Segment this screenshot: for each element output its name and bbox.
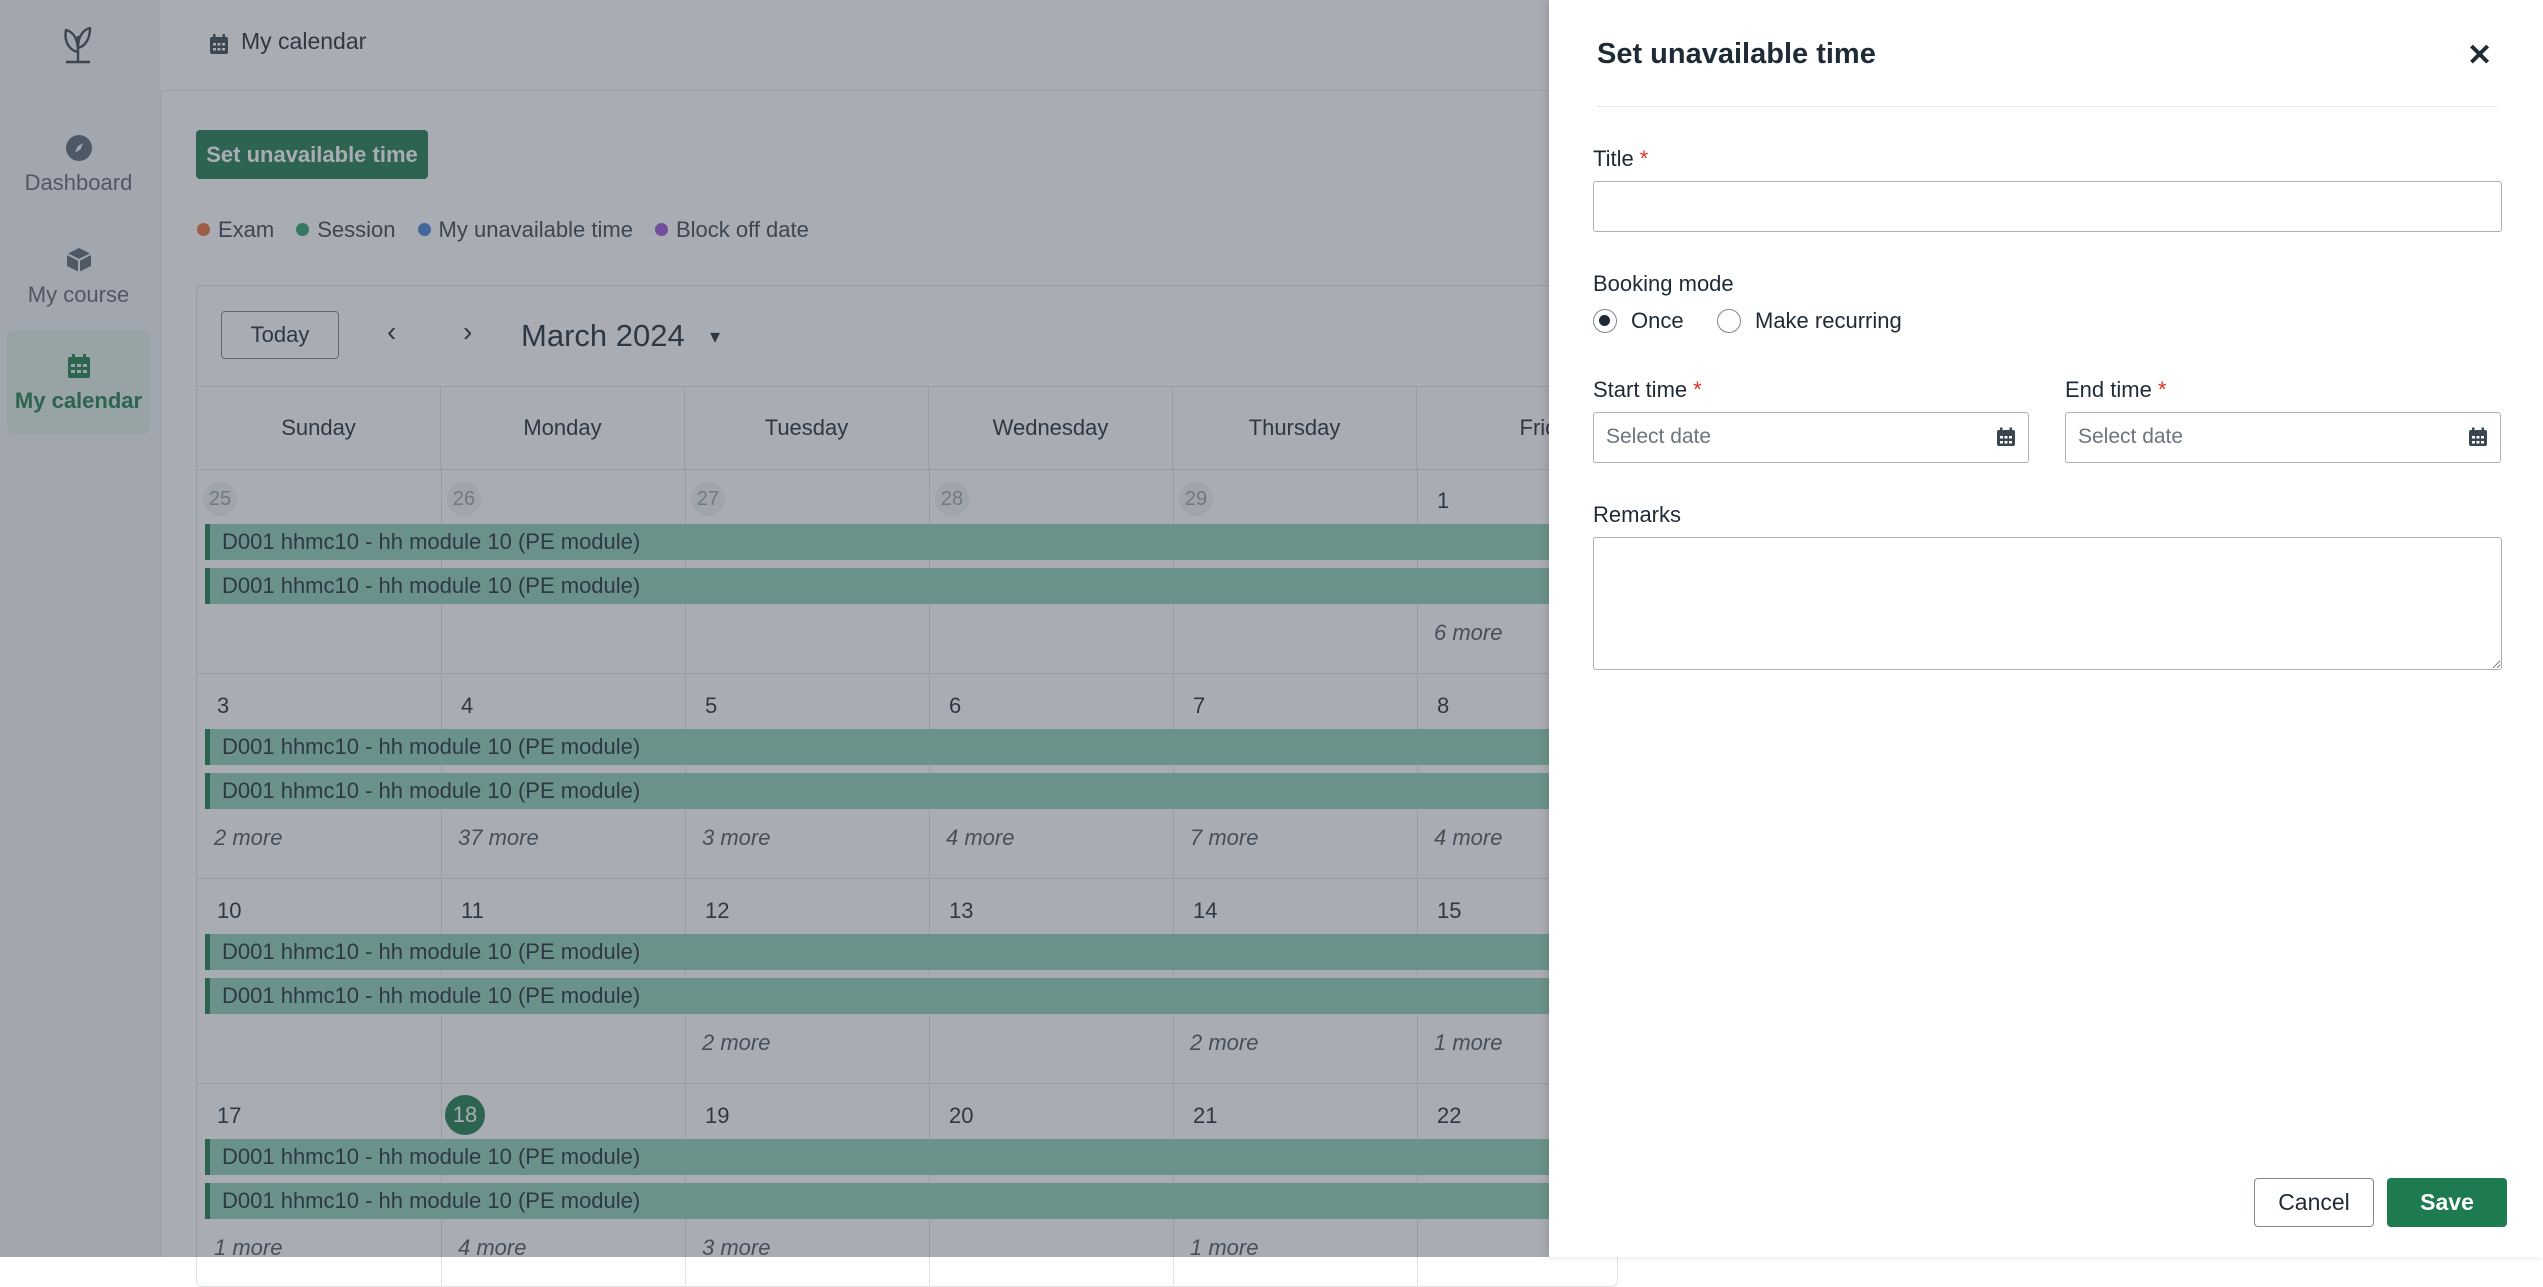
remarks-textarea[interactable] <box>1593 537 2502 670</box>
radio-unchecked-icon <box>1717 309 1741 333</box>
modal-backdrop[interactable] <box>0 0 1549 1257</box>
title-label-text: Title <box>1593 146 1634 171</box>
save-button[interactable]: Save <box>2387 1178 2507 1227</box>
drawer-title: Set unavailable time <box>1597 38 1876 70</box>
end-time-label-text: End time <box>2065 377 2152 402</box>
remarks-label: Remarks <box>1593 502 1682 527</box>
cancel-button[interactable]: Cancel <box>2254 1178 2374 1227</box>
required-mark: * <box>2157 377 2167 402</box>
radio-make-recurring[interactable]: Make recurring <box>1717 308 1902 334</box>
calendar-icon[interactable] <box>2468 427 2488 447</box>
radio-label: Make recurring <box>1755 308 1902 333</box>
start-date-field[interactable]: Select date <box>1593 412 2029 463</box>
radio-once[interactable]: Once <box>1593 308 1684 334</box>
start-date-placeholder: Select date <box>1606 425 1712 448</box>
end-date-placeholder: Select date <box>2078 425 2184 448</box>
title-input[interactable] <box>1593 181 2502 232</box>
set-unavailable-time-drawer: Set unavailable time ✕ Title * Booking mo… <box>1549 0 2543 1257</box>
required-mark: * <box>1693 377 1702 402</box>
end-time-label: End time * <box>2065 377 2166 403</box>
calendar-icon[interactable] <box>1996 427 2016 447</box>
radio-checked-icon <box>1593 309 1617 333</box>
required-mark: * <box>1639 146 1649 171</box>
close-icon[interactable]: ✕ <box>2467 38 2492 73</box>
booking-mode-label: Booking mode <box>1593 271 1734 296</box>
start-time-label-text: Start time <box>1593 377 1688 402</box>
end-date-field[interactable]: Select date <box>2065 412 2501 463</box>
divider <box>1597 106 2497 107</box>
title-label: Title * <box>1593 146 1648 172</box>
start-time-label: Start time * <box>1593 377 1702 403</box>
radio-label: Once <box>1631 308 1684 333</box>
